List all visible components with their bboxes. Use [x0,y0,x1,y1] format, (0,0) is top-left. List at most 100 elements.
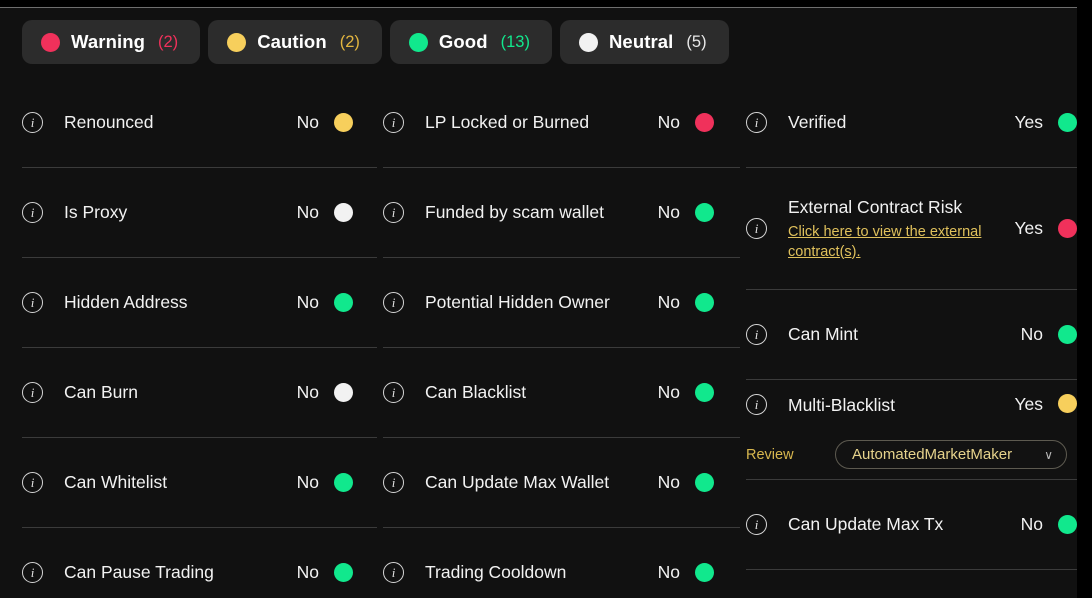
info-icon[interactable]: i [383,112,404,133]
info-icon[interactable]: i [383,562,404,583]
legend-dot-neutral-icon [578,32,598,52]
check-label-wrap: Can Update Max Wallet [425,471,640,494]
check-label: Can Pause Trading [64,562,214,582]
info-icon[interactable]: i [22,112,43,133]
info-icon[interactable]: i [383,292,404,313]
check-value: No [657,292,680,312]
status-dot-neutral-icon [334,383,353,402]
check-row-verified: i Verified Yes [746,78,1077,168]
legend-pill-count: (13) [500,32,530,51]
check-label: Can Blacklist [425,382,527,402]
info-icon[interactable]: i [746,324,767,345]
legend-pill-warning[interactable]: Warning (2) [22,20,201,64]
check-label: LP Locked or Burned [425,112,590,132]
legend-pill-label: Neutral [608,31,674,52]
checks-grid: i Renounced No i Is Proxy No i Hidden Address No… [0,64,1077,598]
check-label: Is Proxy [64,202,128,222]
info-icon[interactable]: i [22,292,43,313]
check-label-wrap: Can Whitelist [64,471,279,494]
check-label-wrap: Renounced [64,111,279,134]
check-label: Trading Cooldown [425,562,567,582]
check-row-hidden-address: i Hidden Address No [22,258,377,348]
info-icon[interactable]: i [383,202,404,223]
legend-pill-caution[interactable]: Caution (2) [208,20,382,64]
check-row-can-pause-trading: i Can Pause Trading No [22,528,377,598]
review-row: Review AutomatedMarketMaker ∨ [746,440,1077,469]
check-label-wrap: Can Mint [788,323,1003,346]
review-select[interactable]: AutomatedMarketMaker ∨ [835,440,1067,469]
info-icon[interactable]: i [383,382,404,403]
legend-dot-warning-icon [41,32,60,52]
status-dot-neutral-icon [334,203,353,222]
info-icon[interactable]: i [22,202,43,223]
check-row-potential-hidden-owner: i Potential Hidden Owner No [383,258,740,348]
check-label-wrap: Multi-Blacklist [788,394,1003,417]
review-label: Review [746,446,794,463]
check-row-can-update-max-wallet: i Can Update Max Wallet No [383,438,740,528]
check-value: No [296,472,319,492]
check-label-wrap: LP Locked or Burned [425,111,640,134]
status-dot-good-icon [695,293,714,312]
status-dot-good-icon [334,473,353,492]
check-label-wrap: Verified [788,111,1003,134]
check-label-wrap: Can Update Max Tx [788,513,1003,536]
check-label: Potential Hidden Owner [425,292,610,312]
check-label: Can Update Max Tx [788,514,944,534]
legend-pill-label: Warning [71,31,146,52]
check-value: No [657,472,680,492]
status-dot-good-icon [1058,325,1077,344]
legend-pill-count: (5) [686,32,707,51]
check-row-can-whitelist: i Can Whitelist No [22,438,377,528]
info-icon[interactable]: i [746,218,767,239]
check-value: No [657,112,680,132]
info-icon[interactable]: i [746,394,767,415]
checks-column-3: i Verified Yes i External Contract Risk Click… [746,78,1077,598]
status-dot-good-icon [1058,113,1077,132]
info-icon[interactable]: i [383,472,404,493]
check-value: No [296,562,319,582]
security-audit-panel: Warning (2) Caution (2) Good (13) Neutral (5) i… [0,0,1092,598]
check-label: Multi-Blacklist [788,395,895,415]
legend-pill-label: Caution [257,31,327,52]
checks-column-1: i Renounced No i Is Proxy No i Hidden Address No… [22,78,377,598]
check-row-trading-cooldown: i Trading Cooldown No [383,528,740,598]
check-value: No [296,292,319,312]
legend-dot-good-icon [408,32,428,52]
chevron-down-icon: ∨ [1044,447,1053,462]
check-value: No [296,112,319,132]
check-row-can-mint: i Can Mint No [746,290,1077,380]
legend-pill-count: (2) [158,32,179,51]
check-row-external-contract-risk: i External Contract Risk Click here to vie… [746,168,1077,290]
check-label: Can Burn [64,382,138,402]
status-dot-good-icon [695,383,714,402]
content-panel: Warning (2) Caution (2) Good (13) Neutral (5) i… [0,7,1077,598]
check-label-wrap: Is Proxy [64,201,279,224]
info-icon[interactable]: i [22,472,43,493]
status-dot-good-icon [334,563,353,582]
external-contract-link[interactable]: Click here to view the external contract… [788,222,993,262]
check-label: External Contract Risk [788,196,963,217]
check-label: Funded by scam wallet [425,202,604,222]
status-dot-good-icon [334,293,353,312]
check-label: Can Whitelist [64,472,168,492]
status-dot-good-icon [695,473,714,492]
info-icon[interactable]: i [22,382,43,403]
legend-pill-neutral[interactable]: Neutral (5) [559,20,729,64]
check-row-can-burn: i Can Burn No [22,348,377,438]
check-row-can-update-fee-wallets: iCan Update Fee WalletsNo [746,570,1077,598]
info-icon[interactable]: i [746,514,767,535]
check-label-wrap: Hidden Address [64,291,279,314]
info-icon[interactable]: i [746,112,767,133]
info-icon[interactable]: i [22,562,43,583]
status-dot-good-icon [695,563,714,582]
check-label-wrap: Can Pause Trading [64,561,279,584]
check-value: Yes [1014,394,1043,414]
check-label: Can Mint [788,324,859,344]
status-dot-caution-icon [1058,394,1077,413]
checks-column-2: i LP Locked or Burned No i Funded by scam wa… [383,78,740,598]
check-label-wrap: Trading Cooldown [425,561,640,584]
check-label: Hidden Address [64,292,188,312]
check-row-renounced: i Renounced No [22,78,377,168]
check-row-funded-by-scam-wallet: i Funded by scam wallet No [383,168,740,258]
legend-pill-good[interactable]: Good (13) [389,20,552,64]
